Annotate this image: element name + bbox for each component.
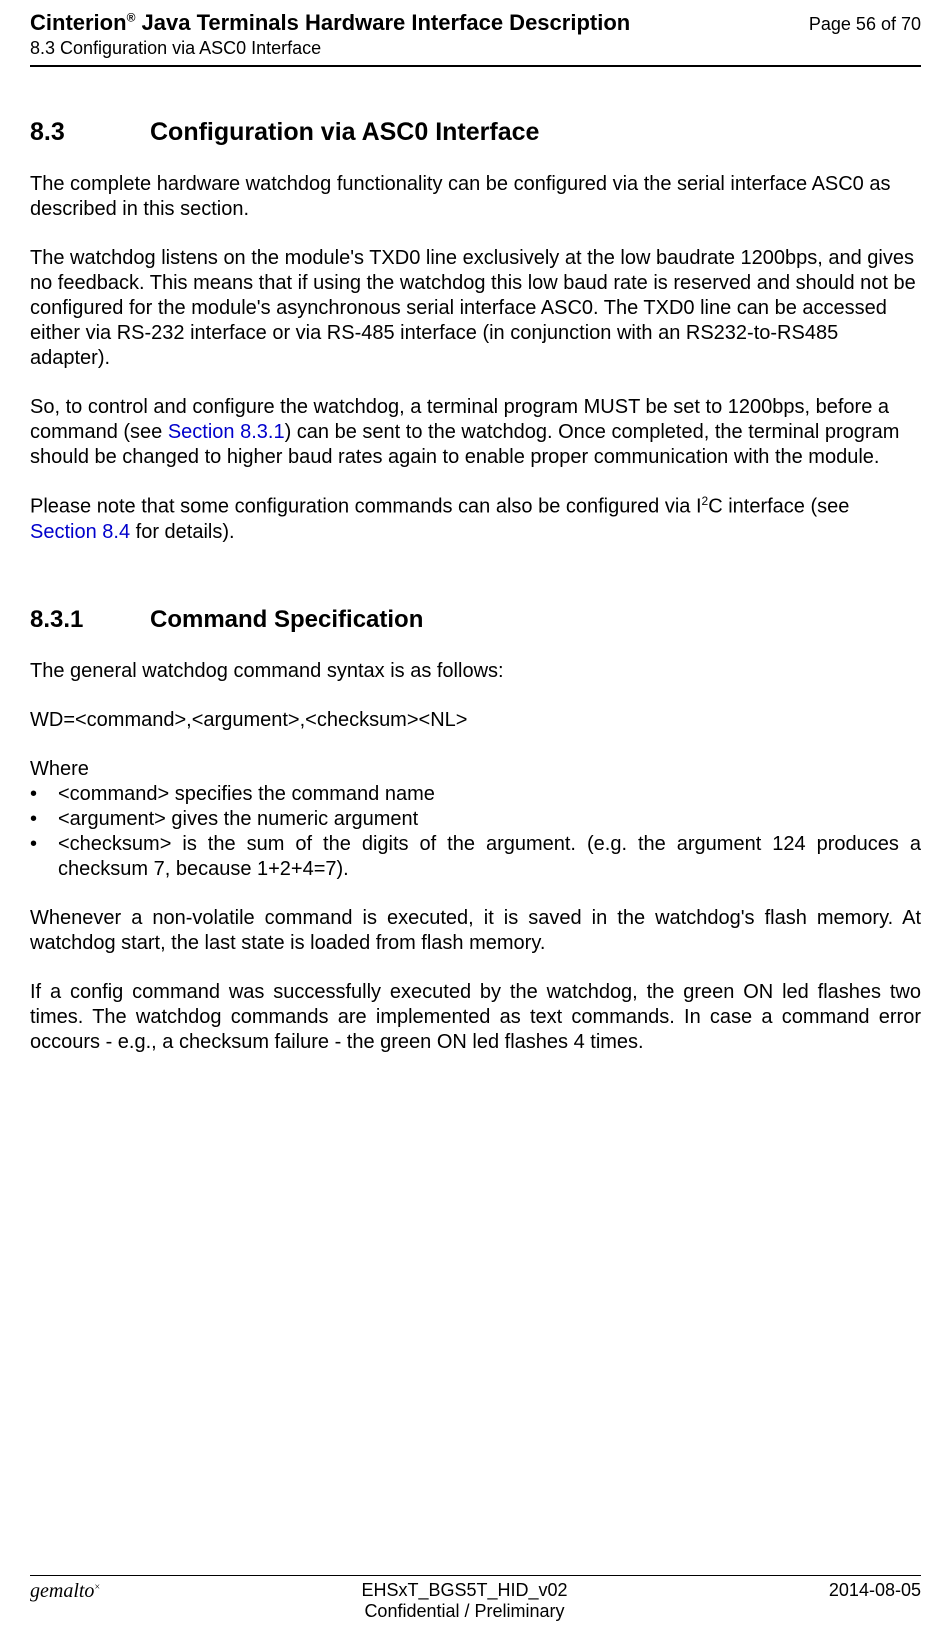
- paragraph: So, to control and configure the watchdo…: [30, 395, 921, 470]
- paragraph: Whenever a non-volatile command is execu…: [30, 906, 921, 956]
- cross-reference-link[interactable]: Section 8.4: [30, 521, 130, 543]
- paragraph: The complete hardware watchdog functiona…: [30, 172, 921, 222]
- footer-divider: [30, 1575, 921, 1576]
- bullet-icon: •: [30, 807, 58, 832]
- paragraph: If a config command was successfully exe…: [30, 980, 921, 1055]
- text-fragment: C interface (see: [708, 496, 849, 518]
- cross-reference-link[interactable]: Section 8.3.1: [168, 421, 285, 443]
- text-fragment: Please note that some configuration comm…: [30, 496, 702, 518]
- list-item-text: <argument> gives the numeric argument: [58, 807, 921, 832]
- where-label: Where: [30, 757, 921, 782]
- page-footer: gemalto× EHSxT_BGS5T_HID_v02 Confidentia…: [30, 1575, 921, 1622]
- brand-logo: gemalto×: [30, 1580, 100, 1603]
- page-number: Page 56 of 70: [809, 14, 921, 35]
- page-header: Cinterion® Java Terminals Hardware Inter…: [30, 0, 921, 67]
- subsection-title: Command Specification: [150, 605, 423, 635]
- command-syntax: WD=<command>,<argument>,<checksum><NL>: [30, 708, 921, 733]
- list-item: •<argument> gives the numeric argument: [30, 807, 921, 832]
- document-page: Cinterion® Java Terminals Hardware Inter…: [0, 0, 951, 1640]
- section-heading: 8.3 Configuration via ASC0 Interface: [30, 117, 921, 148]
- paragraph: The general watchdog command syntax is a…: [30, 659, 921, 684]
- subsection-number: 8.3.1: [30, 605, 150, 635]
- subsection-heading: 8.3.1 Command Specification: [30, 605, 921, 635]
- list-item-text: <checksum> is the sum of the digits of t…: [58, 832, 921, 882]
- text-fragment: for details).: [130, 521, 234, 543]
- document-id: EHSxT_BGS5T_HID_v02: [361, 1580, 567, 1601]
- paragraph: Please note that some configuration comm…: [30, 494, 921, 545]
- bullet-list: •<command> specifies the command name •<…: [30, 782, 921, 882]
- page-content: 8.3 Configuration via ASC0 Interface The…: [30, 67, 921, 1055]
- document-title: Cinterion® Java Terminals Hardware Inter…: [30, 10, 630, 36]
- bullet-icon: •: [30, 832, 58, 857]
- confidentiality-label: Confidential / Preliminary: [361, 1601, 567, 1622]
- paragraph: The watchdog listens on the module's TXD…: [30, 246, 921, 371]
- bullet-icon: •: [30, 782, 58, 807]
- list-item: •<command> specifies the command name: [30, 782, 921, 807]
- footer-center: EHSxT_BGS5T_HID_v02 Confidential / Preli…: [361, 1580, 567, 1622]
- section-title: Configuration via ASC0 Interface: [150, 117, 539, 148]
- section-number: 8.3: [30, 117, 150, 148]
- list-item: •<checksum> is the sum of the digits of …: [30, 832, 921, 882]
- brand-mark: ×: [94, 1582, 100, 1593]
- brand-name: gemalto: [30, 1580, 94, 1602]
- breadcrumb: 8.3 Configuration via ASC0 Interface: [30, 38, 921, 59]
- title-prefix: Cinterion: [30, 10, 127, 35]
- document-date: 2014-08-05: [829, 1580, 921, 1601]
- title-suffix: Java Terminals Hardware Interface Descri…: [135, 10, 630, 35]
- list-item-text: <command> specifies the command name: [58, 782, 921, 807]
